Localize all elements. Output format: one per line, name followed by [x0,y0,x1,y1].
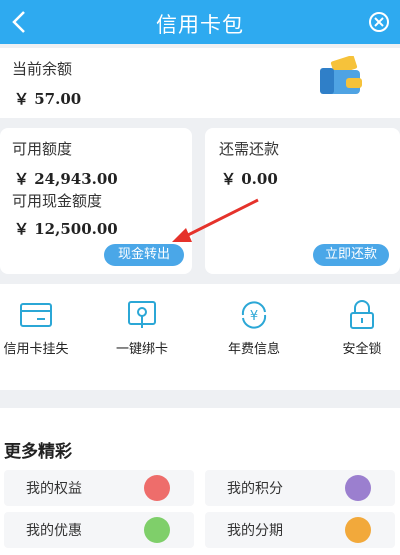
repay-label: 还需还款 [219,140,280,158]
tile-my-points[interactable]: 我的积分 [205,470,395,506]
repay-now-button[interactable]: 立即还款 [313,244,389,266]
benefits-icon [144,475,170,501]
cash-out-button[interactable]: 现金转出 [104,244,184,266]
points-icon [345,475,371,501]
action-label: 年费信息 [227,342,280,357]
cash-limit-amount: ￥ 12,500.00 [14,220,118,238]
limit-label: 可用额度 [12,140,73,158]
limit-amount: ￥ 24,943.00 [14,170,118,188]
balance-amount: ￥ 57.00 [14,90,82,108]
action-label: 一键绑卡 [115,342,168,357]
top-bar: 信用卡包 [0,0,400,44]
tile-label: 我的积分 [227,481,283,497]
tile-label: 我的权益 [26,481,82,497]
tile-my-installments[interactable]: 我的分期 [205,512,395,548]
page-title: 信用卡包 [156,13,244,37]
action-card-loss[interactable]: 信用卡挂失 [0,300,86,357]
more-title: 更多精彩 [4,442,72,462]
tile-my-offers[interactable]: 我的优惠 [4,512,194,548]
lock-icon [350,300,374,329]
svg-text:¥: ¥ [250,309,258,324]
installments-icon [345,517,371,543]
action-label: 信用卡挂失 [3,342,69,357]
wallet-icon [320,56,362,94]
cash-limit-label: 可用现金额度 [12,192,103,210]
tile-my-benefits[interactable]: 我的权益 [4,470,194,506]
tile-label: 我的分期 [227,523,283,539]
repay-card: 还需还款 ￥ 0.00 立即还款 [205,128,400,274]
card-icon [20,303,52,327]
close-icon[interactable] [368,11,390,33]
balance-card: 当前余额 ￥ 57.00 [0,48,400,118]
offers-icon [144,517,170,543]
balance-label: 当前余额 [12,60,73,78]
repay-amount: ￥ 0.00 [221,170,278,188]
action-label: 安全锁 [342,342,382,357]
tile-label: 我的优惠 [26,523,82,539]
phone-tap-icon [128,301,156,328]
action-bind-card[interactable]: 一键绑卡 [92,300,192,357]
yen-cycle-icon: ¥ [241,301,267,329]
action-security-lock[interactable]: 安全锁 [312,300,400,357]
credit-limit-card: 可用额度 ￥ 24,943.00 可用现金额度 ￥ 12,500.00 现金转出 [0,128,192,274]
action-annual-fee[interactable]: ¥ 年费信息 [204,300,304,357]
